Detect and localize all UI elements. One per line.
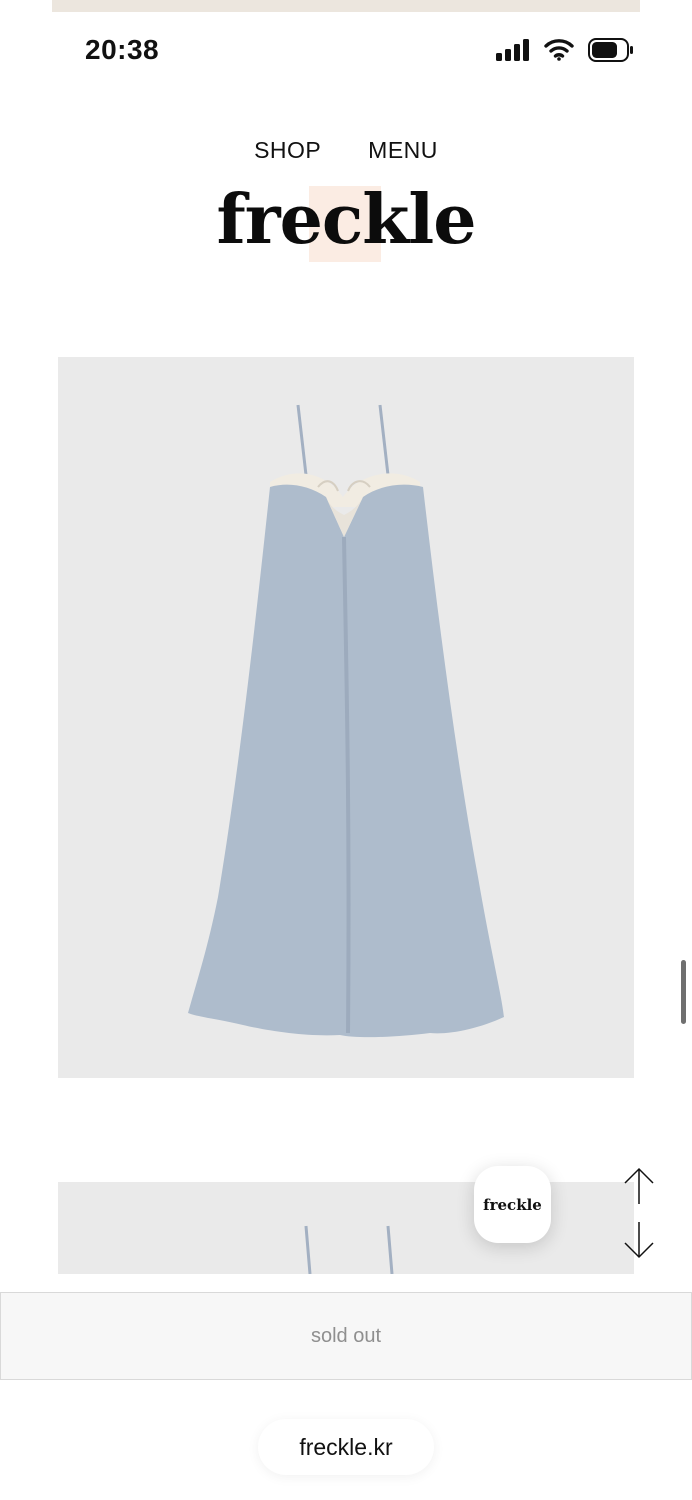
sold-out-button[interactable]: sold out xyxy=(0,1292,692,1380)
top-nav: SHOP MENU xyxy=(0,137,692,164)
nav-shop[interactable]: SHOP xyxy=(254,137,321,164)
dress-illustration xyxy=(188,404,504,1038)
brand-header: freckle xyxy=(0,180,692,262)
sold-out-label: sold out xyxy=(310,1324,382,1347)
floating-button-label: freckle xyxy=(483,1195,542,1214)
battery-icon xyxy=(588,38,633,62)
nav-menu[interactable]: MENU xyxy=(368,137,438,164)
freckle-floating-button[interactable]: freckle xyxy=(474,1166,551,1243)
brand-logo[interactable]: freckle xyxy=(217,180,477,260)
wifi-icon xyxy=(544,39,574,61)
status-bar: 20:38 xyxy=(0,0,692,100)
status-time: 20:38 xyxy=(85,34,160,65)
browser-url-bar[interactable]: freckle.kr xyxy=(258,1419,434,1475)
arrow-down-icon[interactable] xyxy=(622,1220,656,1260)
status-icons xyxy=(496,38,634,62)
signal-icon xyxy=(496,39,529,61)
url-text: freckle.kr xyxy=(299,1433,393,1460)
arrow-up-icon[interactable] xyxy=(622,1166,656,1206)
scroll-indicator[interactable] xyxy=(681,960,686,1024)
product-image xyxy=(58,357,634,1078)
